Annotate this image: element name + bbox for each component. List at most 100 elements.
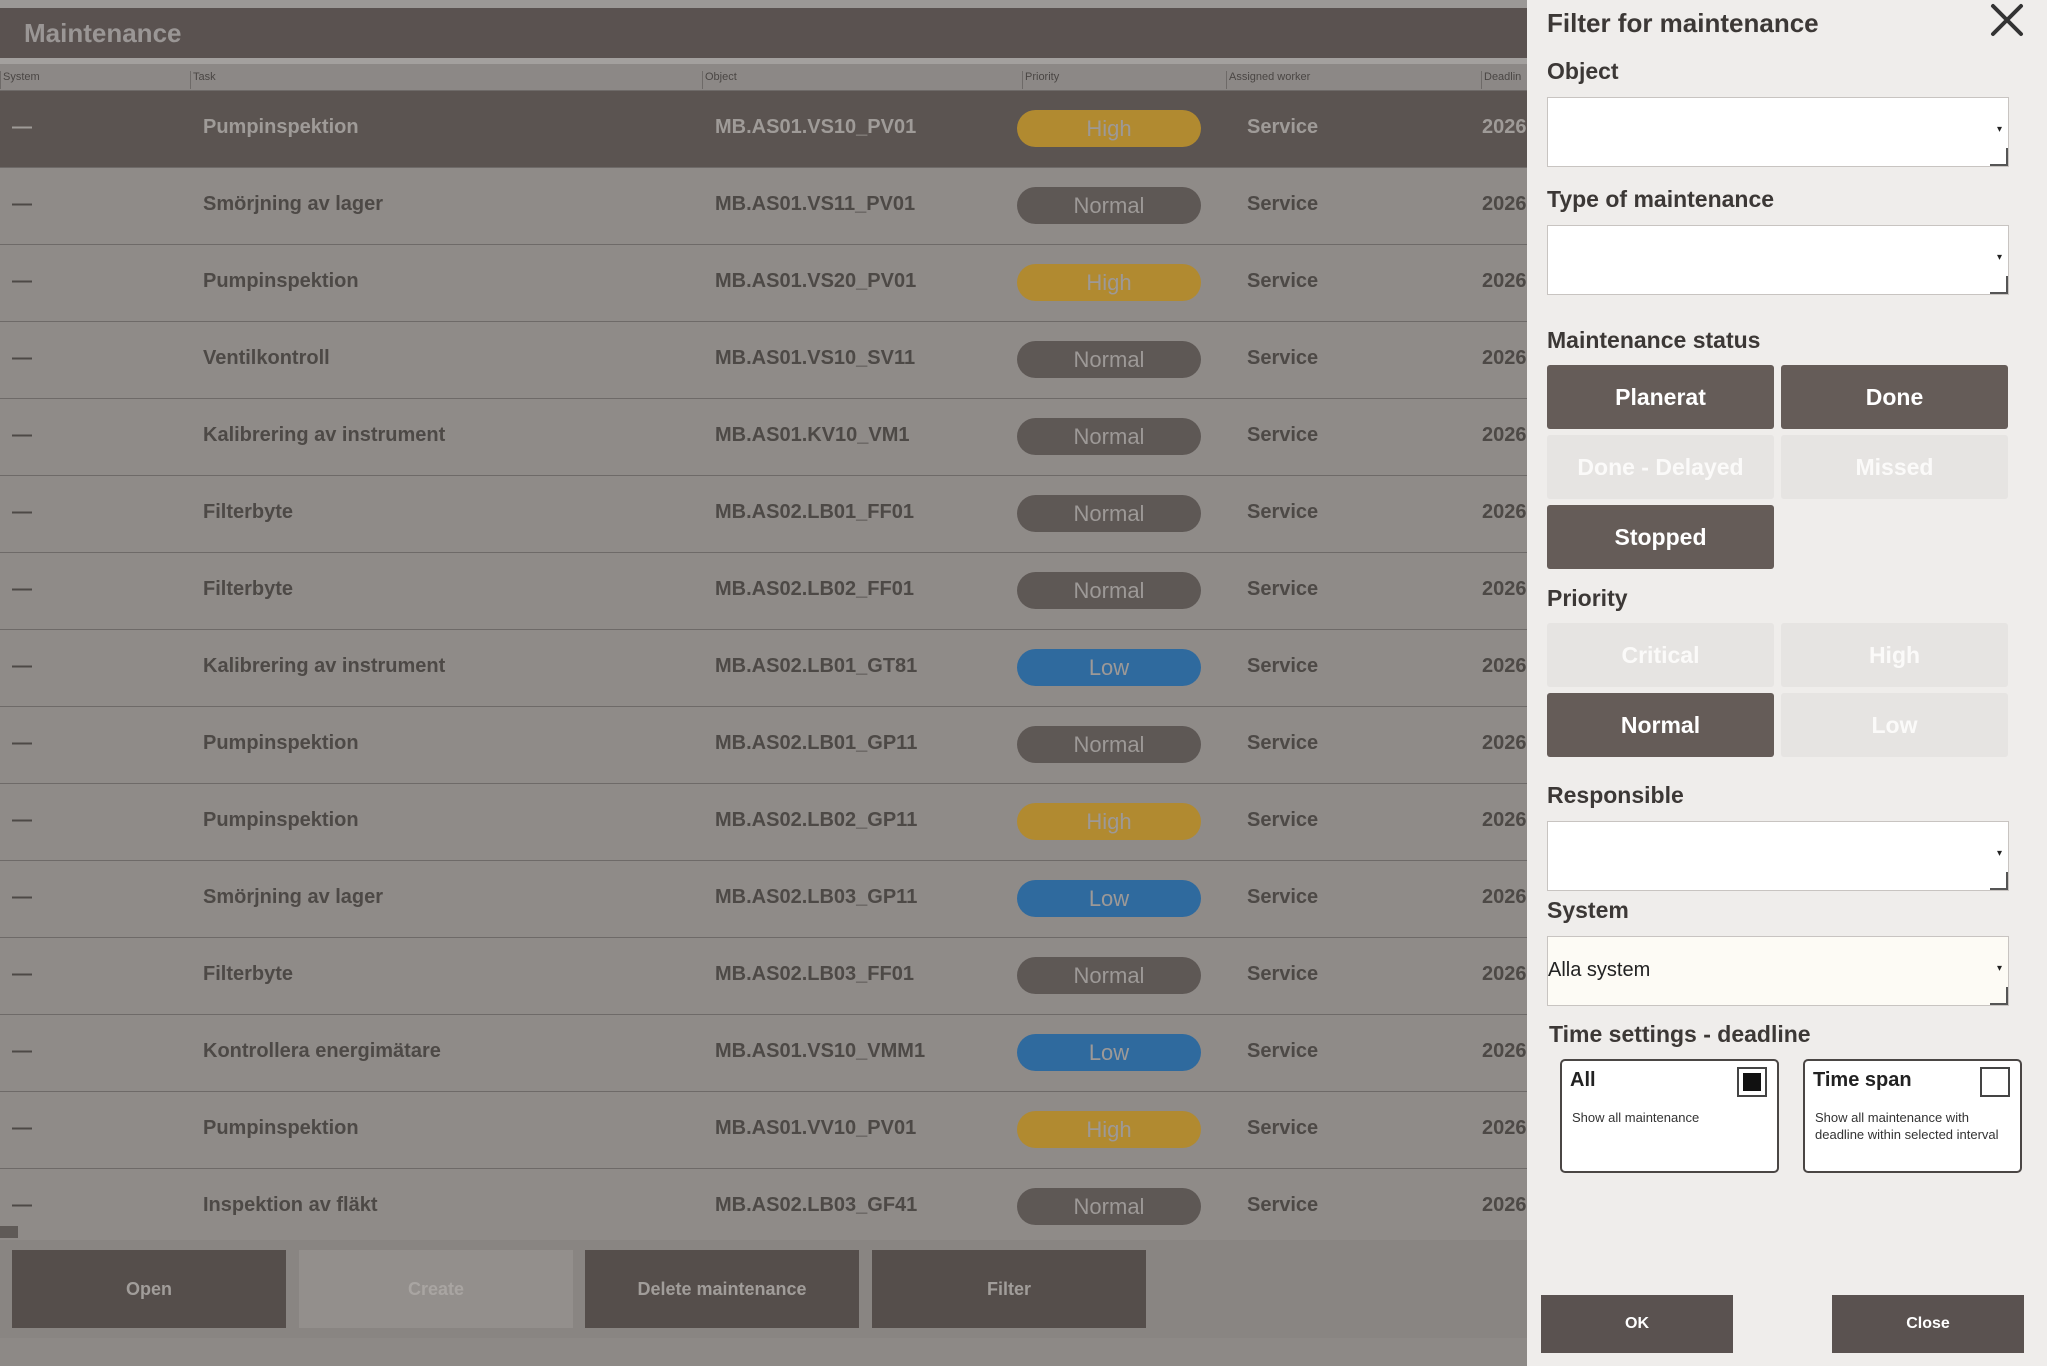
column-header: System Task Object Priority Assigned wor… bbox=[0, 64, 1527, 91]
priority-badge: Normal bbox=[1017, 572, 1201, 609]
cell-task: Kalibrering av instrument bbox=[203, 424, 446, 446]
responsible-label: Responsible bbox=[1547, 782, 1684, 808]
cell-object: MB.AS01.VS20_PV01 bbox=[715, 270, 917, 292]
filter-panel: Filter for maintenance Object ▾ Type of … bbox=[1527, 0, 2047, 1366]
status-done-delayed-toggle[interactable]: Done - Delayed bbox=[1547, 435, 1774, 499]
cell-system: — bbox=[12, 732, 32, 754]
system-label: System bbox=[1547, 897, 1629, 923]
table-row[interactable]: — Filterbyte MB.AS02.LB01_FF01 Service 2026 N… bbox=[0, 476, 1527, 553]
column-system[interactable]: System bbox=[0, 71, 40, 89]
table-row[interactable]: — Smörjning av lager MB.AS02.LB03_GP11 Serv… bbox=[0, 861, 1527, 938]
chevron-down-icon: ▾ bbox=[1996, 848, 2002, 859]
table-row[interactable]: — Pumpinspektion MB.AS01.VS20_PV01 Service 2… bbox=[0, 245, 1527, 322]
table-row[interactable]: — Pumpinspektion MB.AS01.VV10_PV01 Service 2… bbox=[0, 1092, 1527, 1169]
chevron-down-icon: ▾ bbox=[1996, 124, 2002, 135]
priority-normal-toggle[interactable]: Normal bbox=[1547, 693, 1774, 757]
cell-assigned-worker: Service bbox=[1247, 578, 1319, 600]
top-strip bbox=[0, 0, 1527, 8]
column-priority[interactable]: Priority bbox=[1022, 71, 1059, 89]
column-assigned-worker[interactable]: Assigned worker bbox=[1226, 71, 1310, 89]
cell-deadline: 2026 bbox=[1482, 501, 1527, 523]
cell-deadline: 2026 bbox=[1482, 347, 1527, 369]
create-button[interactable]: Create bbox=[299, 1250, 573, 1328]
action-bar: Open Create Delete maintenance Filter bbox=[0, 1240, 1527, 1338]
cell-assigned-worker: Service bbox=[1247, 1117, 1319, 1139]
cell-system: — bbox=[12, 809, 32, 831]
table-row[interactable]: — Kontrollera energimätare MB.AS01.VS10_VM… bbox=[0, 1015, 1527, 1092]
responsible-select[interactable]: ▾ bbox=[1547, 821, 2009, 891]
priority-badge: Normal bbox=[1017, 418, 1201, 455]
time-span-description: Show all maintenance with deadline withi… bbox=[1815, 1110, 1999, 1142]
cell-task: Filterbyte bbox=[203, 578, 294, 600]
priority-badge: High bbox=[1017, 803, 1201, 840]
cell-deadline: 2026 bbox=[1482, 193, 1527, 215]
column-deadline[interactable]: Deadlin bbox=[1481, 71, 1521, 89]
priority-low-toggle[interactable]: Low bbox=[1781, 693, 2008, 757]
cell-task: Filterbyte bbox=[203, 963, 294, 985]
select-corner bbox=[1990, 872, 2008, 890]
open-button[interactable]: Open bbox=[12, 1250, 286, 1328]
cell-object: MB.AS01.VV10_PV01 bbox=[715, 1117, 917, 1139]
table-row[interactable]: — Kalibrering av instrument MB.AS01.KV10_V… bbox=[0, 399, 1527, 476]
system-select[interactable]: Alla system ▾ bbox=[1547, 936, 2009, 1006]
cell-object: MB.AS01.VS10_SV11 bbox=[715, 347, 916, 369]
object-label: Object bbox=[1547, 58, 1619, 84]
time-span-checkbox[interactable] bbox=[1980, 1067, 2010, 1097]
cell-system: — bbox=[12, 424, 32, 446]
table-row[interactable]: — Ventilkontroll MB.AS01.VS10_SV11 Service 2… bbox=[0, 322, 1527, 399]
table-row[interactable]: — Filterbyte MB.AS02.LB02_FF01 Service 2026 N… bbox=[0, 553, 1527, 630]
cell-task: Smörjning av lager bbox=[203, 193, 384, 215]
horizontal-scrollbar-thumb[interactable] bbox=[0, 1226, 18, 1238]
table-row[interactable]: — Pumpinspektion MB.AS02.LB01_GP11 Service 2… bbox=[0, 707, 1527, 784]
cell-deadline: 2026 bbox=[1482, 809, 1527, 831]
time-all-option[interactable]: All Show all maintenance bbox=[1560, 1059, 1779, 1173]
close-icon[interactable] bbox=[1987, 0, 2027, 40]
filter-title: Filter for maintenance bbox=[1547, 8, 1819, 38]
status-planerat-toggle[interactable]: Planerat bbox=[1547, 365, 1774, 429]
cell-system: — bbox=[12, 1117, 32, 1139]
object-select[interactable]: ▾ bbox=[1547, 97, 2009, 167]
table-row[interactable]: — Pumpinspektion MB.AS02.LB02_GP11 Service 2… bbox=[0, 784, 1527, 861]
cell-system: — bbox=[12, 116, 32, 138]
cell-assigned-worker: Service bbox=[1247, 809, 1319, 831]
status-done-toggle[interactable]: Done bbox=[1781, 365, 2008, 429]
cell-system: — bbox=[12, 578, 32, 600]
column-task[interactable]: Task bbox=[190, 71, 216, 89]
column-object[interactable]: Object bbox=[702, 71, 737, 89]
table-row[interactable]: — Pumpinspektion MB.AS01.VS10_PV01 Service 2… bbox=[0, 91, 1527, 168]
close-button[interactable]: Close bbox=[1832, 1295, 2024, 1353]
cell-task: Kalibrering av instrument bbox=[203, 655, 446, 677]
table-row[interactable]: — Smörjning av lager MB.AS01.VS11_PV01 Serv… bbox=[0, 168, 1527, 245]
priority-critical-toggle[interactable]: Critical bbox=[1547, 623, 1774, 687]
priority-badge: Normal bbox=[1017, 187, 1201, 224]
status-stopped-toggle[interactable]: Stopped bbox=[1547, 505, 1774, 569]
delete-maintenance-button[interactable]: Delete maintenance bbox=[585, 1250, 859, 1328]
cell-task: Kontrollera energimätare bbox=[203, 1040, 441, 1062]
cell-deadline: 2026 bbox=[1482, 424, 1527, 446]
cell-assigned-worker: Service bbox=[1247, 116, 1319, 138]
cell-task: Pumpinspektion bbox=[203, 270, 359, 292]
filter-button[interactable]: Filter bbox=[872, 1250, 1146, 1328]
table-row[interactable]: — Inspektion av fläkt MB.AS02.LB03_GF41 Ser… bbox=[0, 1169, 1527, 1246]
cell-assigned-worker: Service bbox=[1247, 1040, 1319, 1062]
cell-object: MB.AS01.VS11_PV01 bbox=[715, 193, 916, 215]
ok-button[interactable]: OK bbox=[1541, 1295, 1733, 1353]
time-span-option[interactable]: Time span Show all maintenance with dead… bbox=[1803, 1059, 2022, 1173]
cell-task: Pumpinspektion bbox=[203, 732, 359, 754]
type-select[interactable]: ▾ bbox=[1547, 225, 2009, 295]
select-corner bbox=[1990, 987, 2008, 1005]
title-bar: Maintenance bbox=[0, 8, 1527, 58]
cell-task: Filterbyte bbox=[203, 501, 294, 523]
priority-high-toggle[interactable]: High bbox=[1781, 623, 2008, 687]
cell-system: — bbox=[12, 347, 32, 369]
status-missed-toggle[interactable]: Missed bbox=[1781, 435, 2008, 499]
cell-assigned-worker: Service bbox=[1247, 347, 1319, 369]
time-all-checkbox[interactable] bbox=[1737, 1067, 1767, 1097]
cell-task: Ventilkontroll bbox=[203, 347, 330, 369]
cell-object: MB.AS02.LB01_FF01 bbox=[715, 501, 914, 523]
table-row[interactable]: — Filterbyte MB.AS02.LB03_FF01 Service 2026 N… bbox=[0, 938, 1527, 1015]
cell-deadline: 2026 bbox=[1482, 963, 1527, 985]
chevron-down-icon: ▾ bbox=[1996, 963, 2002, 974]
page-title: Maintenance bbox=[24, 18, 182, 48]
table-row[interactable]: — Kalibrering av instrument MB.AS02.LB01_G… bbox=[0, 630, 1527, 707]
